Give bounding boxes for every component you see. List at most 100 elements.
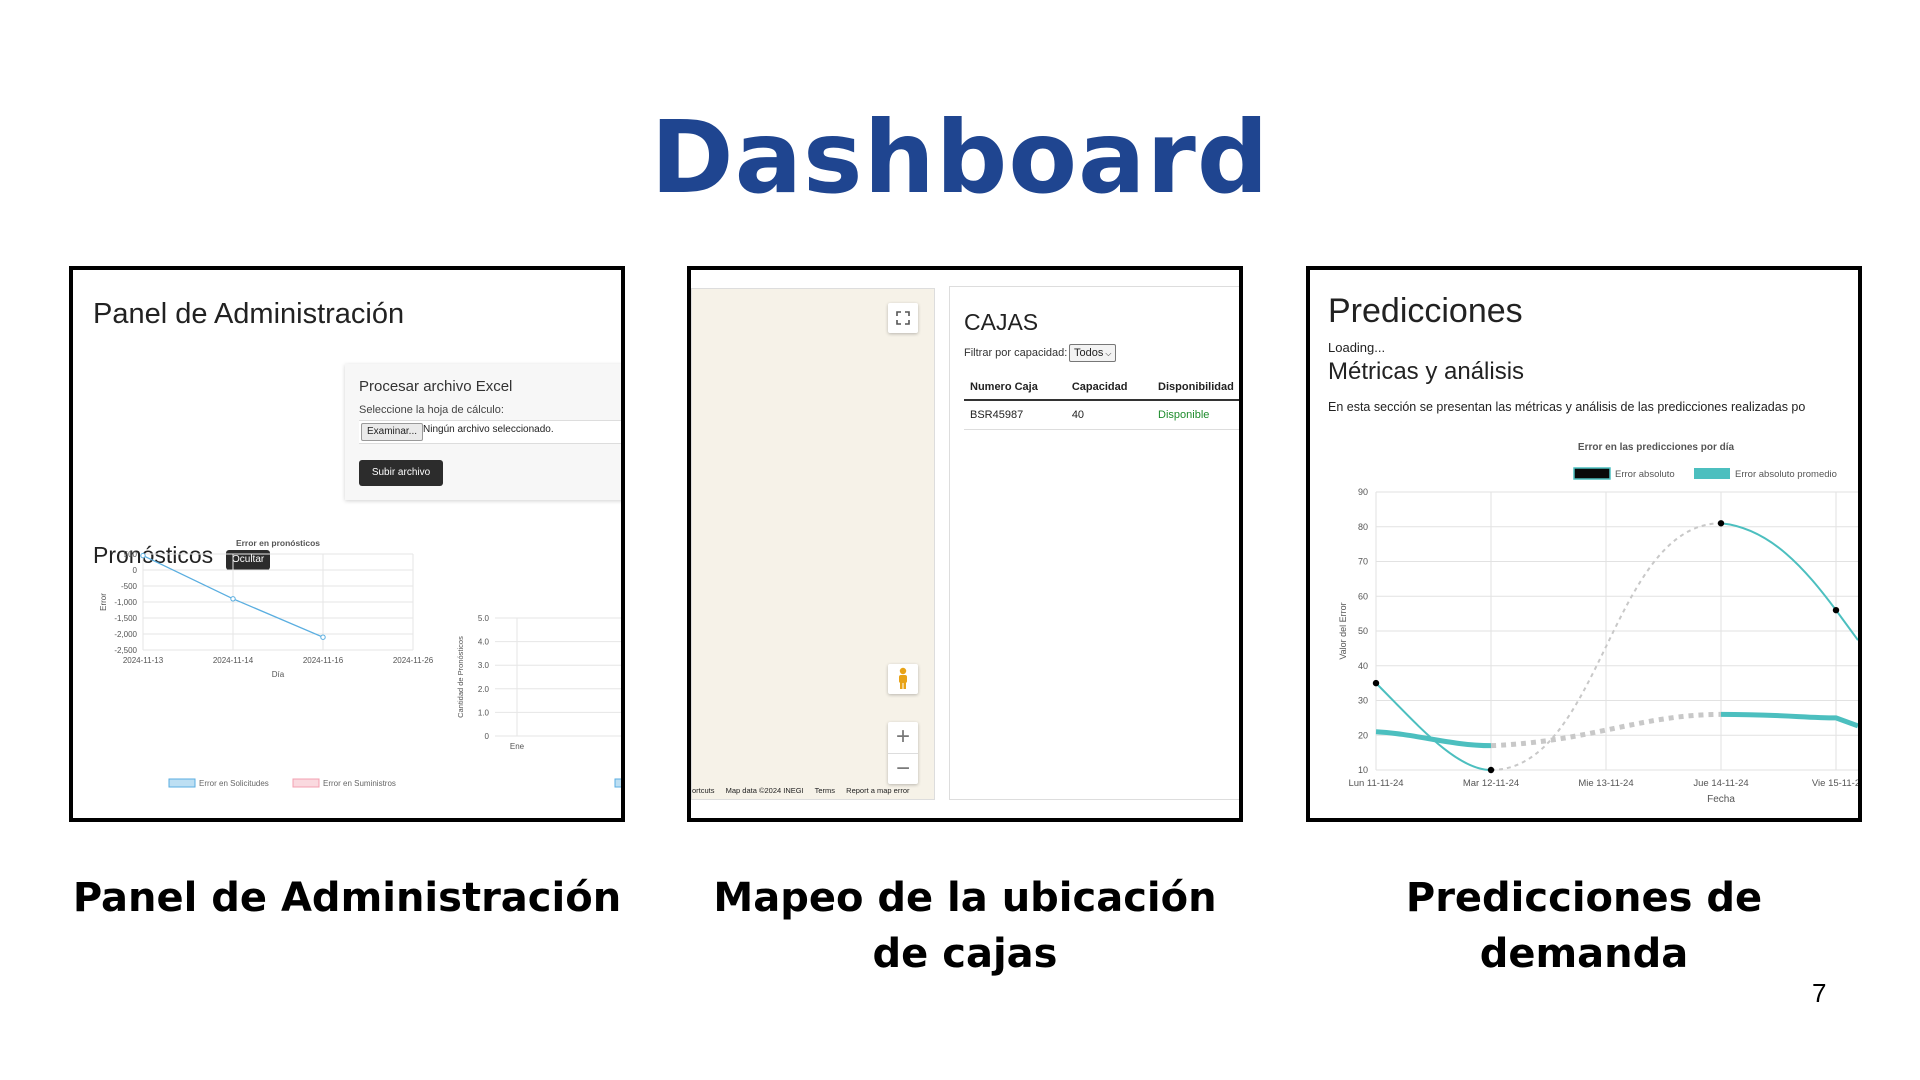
x-tick-label: Lun 11-11-24 (1348, 778, 1403, 789)
column-header: Capacidad (1065, 375, 1153, 401)
y-tick-label: 90 (1358, 487, 1368, 497)
series-line (1720, 522, 1858, 641)
y-tick-label: 10 (1358, 765, 1368, 775)
chart-title: Error en las predicciones por día (1578, 442, 1735, 453)
y-tick-label: -500 (121, 582, 138, 591)
page-number: 7 (1812, 978, 1827, 1008)
x-tick-label: 2024-11-13 (123, 656, 164, 665)
admin-panel-screenshot: Panel de Administración Procesar archivo… (69, 266, 625, 822)
fullscreen-button[interactable] (888, 303, 918, 333)
y-axis-label: Cantidad de Pronósticos (456, 636, 465, 718)
x-axis-label: Fecha (1707, 794, 1735, 805)
y-tick-label: 0 (133, 566, 138, 575)
data-point (1717, 520, 1725, 527)
chart-legend: Error absoluto Error absoluto promedio (1573, 467, 1837, 480)
chart-ticks: 5000-500-1,000-1,500-2,000-2,5002024-11-… (114, 550, 433, 665)
zoom-out-button[interactable]: − (888, 753, 918, 785)
caption-map: Mapeo de la ubicación de cajas (713, 875, 1217, 977)
report-error-link[interactable]: Report a map error (846, 786, 909, 795)
y-tick-label: 500 (124, 550, 138, 559)
boxes-title: CAJAS (964, 309, 1039, 335)
x-tick-label: Jue 14-11-24 (1693, 778, 1748, 789)
fullscreen-icon (896, 311, 910, 325)
pegman-icon (899, 667, 907, 689)
chart-ticks: 90 80 70 60 50 40 30 20 10 Lun 11-11-24 Mar 12-11-… (1348, 487, 1858, 789)
slide-title: Dashboard (650, 99, 1270, 216)
data-point (1487, 766, 1495, 774)
legend-label: Error absoluto (1615, 469, 1675, 480)
y-tick-label: -2,000 (114, 630, 137, 639)
capacity-filter-label: Filtrar por capacidad: (964, 347, 1068, 359)
x-tick-label: Vie 15-11-2 (1812, 778, 1858, 789)
column-header: Numero Caja (964, 375, 1066, 401)
prediction-error-chart: Error en las predicciones por día Error … (1338, 442, 1858, 805)
y-tick-label: 60 (1358, 591, 1368, 601)
data-point (320, 634, 326, 640)
boxes-panel: CAJAS Filtrar por capacidad: Todos ⌵ Nume… (949, 286, 1239, 800)
x-tick-label: 2024-11-26 (393, 656, 434, 665)
shortcuts-link[interactable]: ortcuts (692, 786, 715, 795)
terms-link[interactable]: Terms (815, 786, 835, 795)
data-point (140, 552, 146, 559)
series-line (1375, 729, 1492, 749)
boxes-table: Numero Caja Capacidad Disponibilidad BSR… (964, 375, 1239, 430)
data-point (1832, 606, 1840, 614)
filter-value: Todos (1074, 347, 1104, 359)
y-tick-label: 30 (1358, 696, 1368, 706)
x-axis-label: Día (272, 670, 285, 679)
map-screenshot: + − ortcuts Map data ©2024 INEGI Terms R… (687, 266, 1243, 822)
legend-swatch (1694, 468, 1730, 479)
y-tick-label: 5.0 (478, 614, 490, 623)
y-tick-label: -1,000 (114, 598, 137, 607)
y-tick-label: 3.0 (478, 661, 490, 670)
x-tick-label: 2024-11-14 (213, 656, 254, 665)
forecast-count-chart: 5.0 4.0 3.0 2.0 1.0 0 Cantidad de Pronósticos E… (456, 614, 621, 788)
chart-title: Error en pronósticos (236, 538, 320, 548)
y-tick-label: 70 (1358, 557, 1368, 567)
y-tick-label: 4.0 (478, 638, 490, 647)
chart-grid (1375, 491, 1858, 771)
forecast-error-chart: Error en pronósticos Error Día 500 0 -500 -… (99, 538, 621, 788)
column-header: Disponibilidad (1152, 375, 1239, 401)
legend-label: Error en Solicitudes (199, 779, 269, 788)
x-tick-label: Mie 13-11-24 (1578, 778, 1633, 789)
y-tick-label: -1,500 (114, 614, 137, 623)
legend-label: Error absoluto promedio (1735, 469, 1837, 480)
x-tick-label: 2024-11-16 (303, 656, 344, 665)
chart-grid (142, 553, 414, 651)
legend-swatch (1573, 467, 1611, 480)
caption-predictions: Predicciones de demanda (1405, 875, 1763, 977)
y-axis-label: Error (99, 593, 108, 611)
series-line (1375, 682, 1492, 771)
y-tick-label: 80 (1358, 522, 1368, 532)
y-tick-label: 20 (1358, 730, 1368, 740)
caption-admin: Panel de Administración (72, 875, 622, 921)
x-tick-label: Mar 12-11-24 (1463, 778, 1519, 789)
series-line (1720, 711, 1858, 729)
map-data-text: Map data ©2024 INEGI (725, 786, 804, 795)
capacity-cell: 40 (1065, 400, 1153, 430)
y-tick-label: 1.0 (478, 708, 490, 717)
street-view-button[interactable] (888, 664, 918, 694)
y-tick-label: 40 (1358, 661, 1368, 671)
chevron-down-icon: ⌵ (1105, 349, 1112, 358)
data-point (230, 596, 236, 602)
legend-swatch (168, 778, 196, 788)
y-tick-label: 50 (1358, 626, 1368, 636)
legend-swatch (614, 778, 621, 788)
zoom-controls: + − (888, 722, 918, 784)
box-number-cell: BSR45987 (964, 400, 1066, 430)
map-attribution: ortcuts Map data ©2024 INEGI Terms Repor… (692, 786, 934, 798)
table-row[interactable]: BSR45987 40 Disponible (964, 400, 1239, 430)
availability-cell: Disponible (1152, 400, 1239, 430)
predictions-screenshot: Predicciones Loading... Métricas y análi… (1306, 266, 1862, 822)
map-view[interactable]: + − ortcuts Map data ©2024 INEGI Terms R… (691, 288, 935, 800)
y-tick-label: 2.0 (478, 685, 490, 694)
x-tick-label: Ene (510, 742, 525, 751)
table-header-row: Numero Caja Capacidad Disponibilidad (964, 375, 1239, 401)
zoom-in-button[interactable]: + (888, 722, 918, 753)
y-axis-label: Valor del Error (1338, 602, 1348, 659)
y-tick-label: -2,500 (114, 646, 137, 655)
data-point (1372, 679, 1380, 687)
capacity-filter-select[interactable]: Todos ⌵ (1069, 344, 1117, 362)
